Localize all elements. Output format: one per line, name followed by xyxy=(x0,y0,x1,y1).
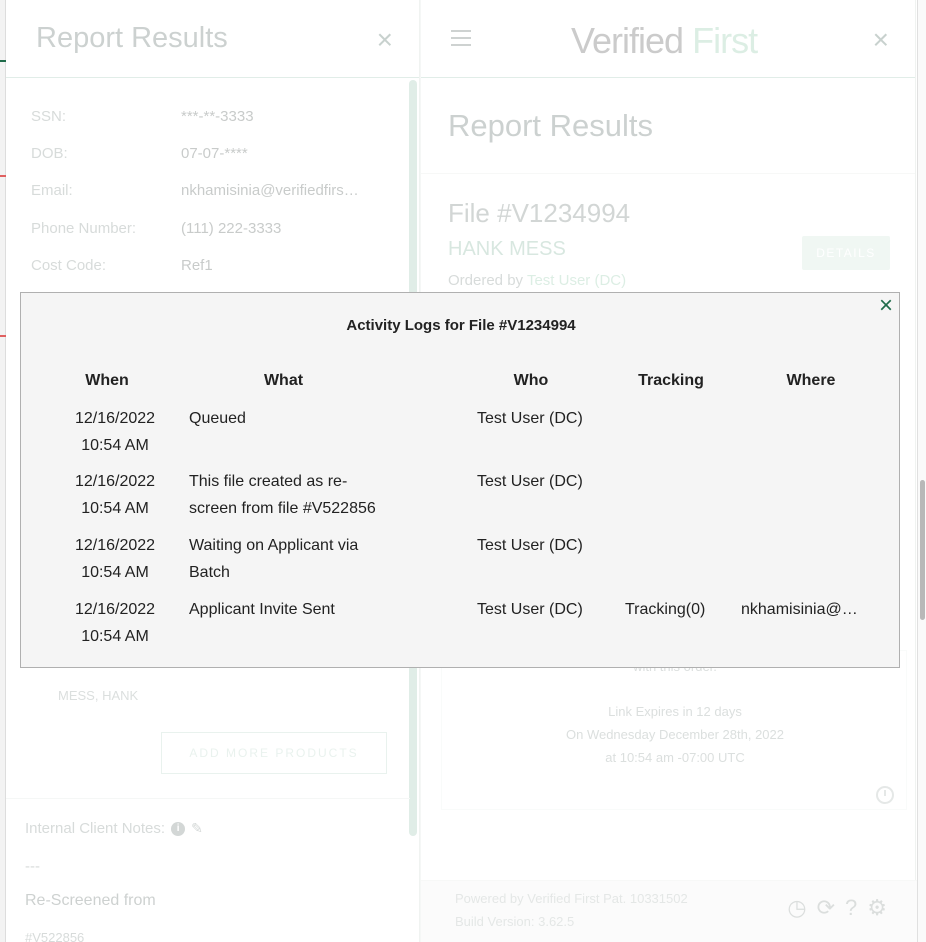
row-2-what-cont: screen from file #V522856 xyxy=(189,500,376,517)
row-1-who: Test User (DC) xyxy=(477,410,583,427)
ordered-by: Ordered by Test User (DC) xyxy=(448,272,627,289)
modal-title: Activity Logs for File #V1234994 xyxy=(346,317,576,334)
header-tracking: Tracking xyxy=(638,372,704,389)
left-panel-close-icon[interactable]: × xyxy=(377,26,393,54)
row-1-time: 10:54 AM xyxy=(81,437,149,454)
link-expires-text: Link Expires in 12 days xyxy=(608,704,742,719)
history-clock-icon[interactable] xyxy=(876,786,894,804)
right-panel-title-band: Report Results xyxy=(421,78,915,174)
right-panel-close-icon[interactable]: × xyxy=(873,26,889,54)
row-3-what: Waiting on Applicant via xyxy=(189,537,359,554)
gear-icon[interactable]: ⚙ xyxy=(867,897,887,919)
left-panel-divider xyxy=(6,798,410,799)
page-scrollbar-thumb[interactable] xyxy=(920,480,925,620)
row-3-who: Test User (DC) xyxy=(477,537,583,554)
row-2-date: 12/16/2022 xyxy=(74,473,156,490)
row-4-tracking-link[interactable]: Tracking(0) xyxy=(625,596,705,623)
row-4-what: Applicant Invite Sent xyxy=(189,601,335,618)
internal-notes-value: --- xyxy=(25,858,40,875)
header-what: What xyxy=(263,372,304,389)
phone-label: Phone Number: xyxy=(31,220,137,237)
row-4-who: Test User (DC) xyxy=(477,601,583,618)
expires-at-text: at 10:54 am -07:00 UTC xyxy=(605,750,745,765)
ordered-by-user-link[interactable]: Test User (DC) xyxy=(527,272,626,289)
hamburger-menu-icon[interactable] xyxy=(451,30,471,46)
right-panel-title: Report Results xyxy=(448,108,654,143)
modal-close-icon[interactable]: × xyxy=(879,294,893,318)
left-panel-header: Report Results × xyxy=(6,0,419,78)
row-2-what: This file created as re- xyxy=(189,473,348,490)
email-value: nkhamisinia@verifiedfirs… xyxy=(181,182,359,199)
ssn-label: SSN: xyxy=(31,108,67,125)
internal-notes-row: Internal Client Notes: i ✎ xyxy=(25,820,203,837)
right-panel-header: Verified First × xyxy=(421,0,915,78)
row-3-time: 10:54 AM xyxy=(81,564,149,581)
applicant-name: HANK MESS xyxy=(448,238,566,260)
refresh-icon[interactable]: ⟳ xyxy=(817,897,835,919)
row-2-who: Test User (DC) xyxy=(477,473,583,490)
row-1-what: Queued xyxy=(189,410,246,427)
row-2-time: 10:54 AM xyxy=(81,500,149,517)
build-version-text: Build Version: 3.62.5 xyxy=(455,914,575,929)
row-3-what-cont: Batch xyxy=(189,564,230,581)
verified-first-logo: Verified First xyxy=(571,20,758,61)
ssn-value: ***-**-3333 xyxy=(181,108,254,125)
details-button[interactable]: DETAILS xyxy=(802,236,890,270)
invite-expiry-box: with this order. Link Expires in 12 days… xyxy=(441,650,907,810)
footer: Powered by Verified First Pat. 10331502 … xyxy=(421,880,917,942)
rescreened-label: Re-Screened from xyxy=(25,892,156,909)
activity-logs-modal: × Activity Logs for File #V1234994 When … xyxy=(20,292,900,668)
row-4-where: nkhamisinia@… xyxy=(741,601,858,618)
header-who: Who xyxy=(513,372,549,389)
cost-code-label: Cost Code: xyxy=(31,257,107,274)
row-4-time: 10:54 AM xyxy=(81,628,149,645)
row-4-date: 12/16/2022 xyxy=(74,601,156,618)
help-icon[interactable]: ? xyxy=(845,897,857,919)
pencil-icon[interactable]: ✎ xyxy=(191,820,203,837)
expires-on-text: On Wednesday December 28th, 2022 xyxy=(565,727,784,742)
applicant-name-line: MESS, HANK xyxy=(58,688,139,703)
rescreened-link[interactable]: #V522856 xyxy=(25,930,84,942)
left-panel-title: Report Results xyxy=(36,22,228,54)
internal-notes-label: Internal Client Notes: xyxy=(25,820,166,837)
phone-value: (111) 222-3333 xyxy=(181,220,282,237)
powered-by-text: Powered by Verified First Pat. 10331502 xyxy=(455,891,688,906)
add-more-products-button[interactable]: ADD MORE PRODUCTS xyxy=(161,732,387,774)
file-card: File #V1234994 HANK MESS Ordered by Test… xyxy=(429,176,909,306)
header-when: When xyxy=(85,372,129,389)
header-where: Where xyxy=(786,372,836,389)
row-3-date: 12/16/2022 xyxy=(74,537,156,554)
row-1-date: 12/16/2022 xyxy=(74,410,156,427)
app-root: Report Results × SSN: ***-**-3333 DOB: 0… xyxy=(0,0,926,942)
dob-value: 07-07-**** xyxy=(181,145,248,162)
dob-label: DOB: xyxy=(31,145,68,162)
file-number: File #V1234994 xyxy=(448,198,631,228)
cost-code-value: Ref1 xyxy=(181,257,213,274)
page-scrollbar[interactable] xyxy=(917,0,926,942)
footer-icons: ◷ ⟳ ? ⚙ xyxy=(787,897,887,919)
email-label: Email: xyxy=(31,182,73,199)
clock-icon[interactable]: ◷ xyxy=(787,897,806,919)
info-icon[interactable]: i xyxy=(171,821,186,836)
